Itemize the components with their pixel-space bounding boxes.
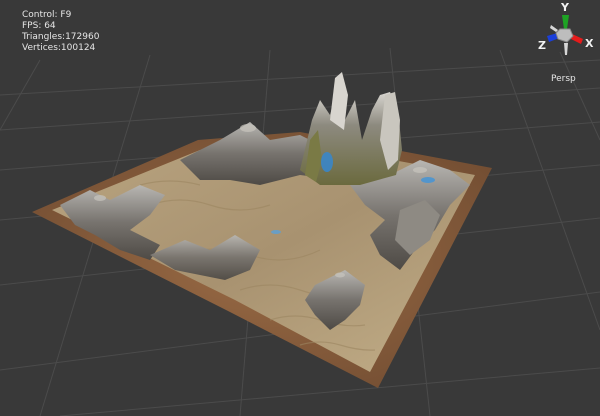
gizmo-y-label: Y [561, 1, 569, 14]
terrain [32, 72, 492, 388]
gizmo-z-label: Z [538, 39, 546, 52]
gizmo-y-cone [562, 15, 569, 29]
3d-viewport[interactable]: Control: F9 FPS: 64 Triangles:172960 Ver… [0, 0, 600, 416]
triangle-count: Triangles:172960 [22, 32, 100, 42]
water-pool-right [421, 177, 435, 183]
orientation-gizmo[interactable]: Y Z X [536, 1, 596, 63]
view-mode-label[interactable]: Persp [551, 74, 576, 84]
control-hint: Control: F9 [22, 10, 72, 20]
gizmo-center-cube [555, 28, 574, 43]
water-pool-small [271, 230, 281, 234]
vertex-count: Vertices:100124 [22, 43, 96, 53]
stats-overlay: Control: F9 FPS: 64 Triangles:172960 Ver… [22, 10, 99, 54]
scene-canvas [0, 47, 600, 416]
central-spires [300, 72, 402, 185]
water-pool-center [321, 152, 333, 172]
gizmo-x-label: X [585, 37, 594, 50]
fps-counter: FPS: 64 [22, 21, 56, 31]
